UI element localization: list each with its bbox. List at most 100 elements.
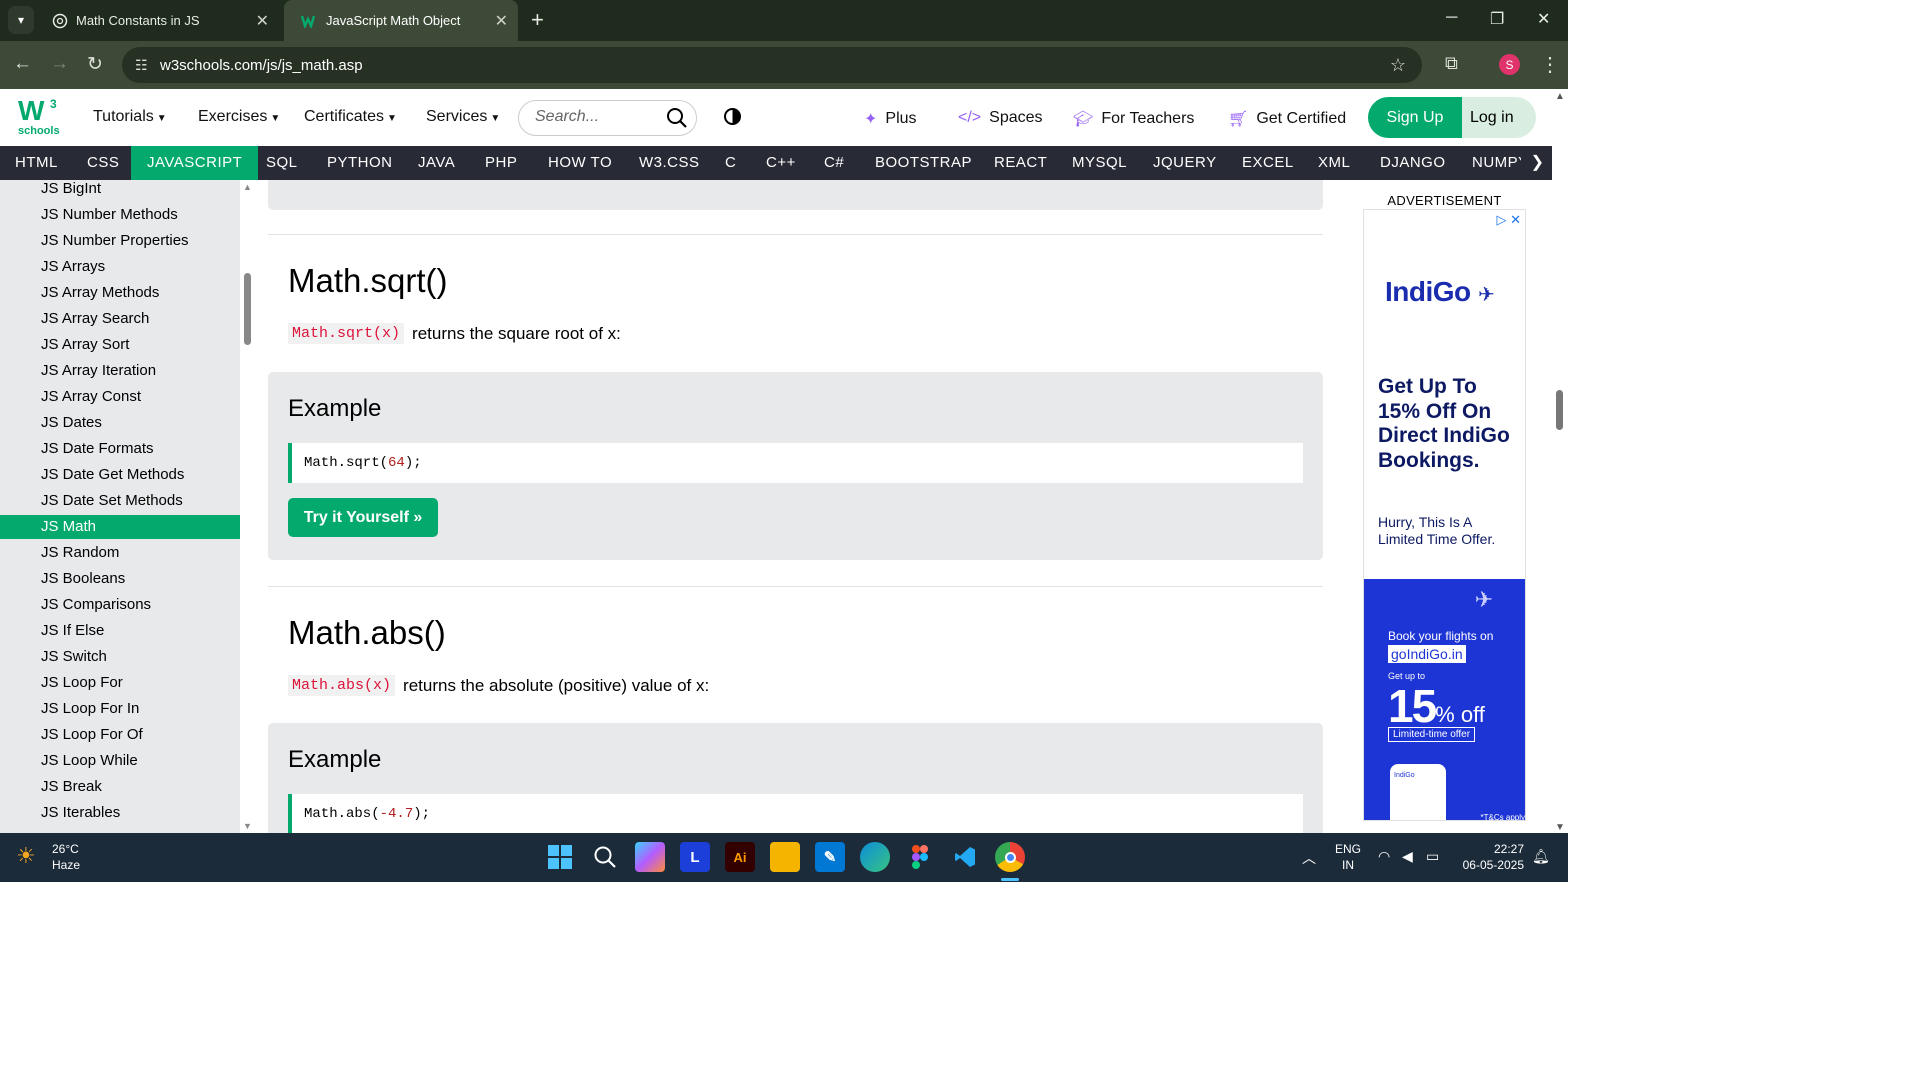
app-draw-icon[interactable]: ✎	[815, 842, 845, 872]
topnav-csharp[interactable]: C#	[824, 146, 844, 180]
reload-icon[interactable]: ↻	[87, 53, 103, 76]
ad-choices-close-icon[interactable]: ▷ ✕	[1496, 212, 1521, 228]
topnav-html[interactable]: HTML	[15, 146, 58, 180]
close-window-icon[interactable]: ✕	[1537, 9, 1550, 29]
topnav-cpp[interactable]: C++	[766, 146, 796, 180]
sidebar-item-random[interactable]: JS Random	[0, 541, 240, 565]
sidebar-item-array-methods[interactable]: JS Array Methods	[0, 281, 240, 305]
scroll-down-arrow-icon[interactable]: ▼	[243, 821, 252, 831]
tab-search-chevron-icon[interactable]: ▾	[8, 6, 34, 34]
sidebar-item-iterables[interactable]: JS Iterables	[0, 801, 240, 825]
ad-offer-panel[interactable]: ✈︎ Book your flights on goIndiGo.in Get …	[1364, 579, 1525, 820]
scroll-up-arrow-icon[interactable]: ▲	[243, 182, 252, 192]
page-scrollbar[interactable]: ▲ ▼	[1552, 89, 1568, 833]
log-in-button[interactable]: Log in	[1462, 97, 1536, 138]
address-bar[interactable]: ☷ w3schools.com/js/js_math.asp ☆	[122, 47, 1422, 83]
topnav-excel[interactable]: EXCEL	[1242, 146, 1294, 180]
dark-mode-toggle-icon[interactable]	[724, 108, 741, 125]
sidebar-item-arrays[interactable]: JS Arrays	[0, 255, 240, 279]
clock[interactable]: 22:27 06-05-2025	[1458, 841, 1524, 873]
illustrator-icon[interactable]: Ai	[725, 842, 755, 872]
sidebar-item-array-const[interactable]: JS Array Const	[0, 385, 240, 409]
sidebar-item-loop-while[interactable]: JS Loop While	[0, 749, 240, 773]
sidebar-item-booleans[interactable]: JS Booleans	[0, 567, 240, 591]
sidebar-item-if-else[interactable]: JS If Else	[0, 619, 240, 643]
search-input[interactable]	[535, 108, 655, 126]
scroll-down-arrow-icon[interactable]: ▼	[1555, 822, 1565, 833]
sidebar-item-dates[interactable]: JS Dates	[0, 411, 240, 435]
sidebar-item-loop-for-in[interactable]: JS Loop For In	[0, 697, 240, 721]
weather-widget[interactable]: ☀︎ 26°C Haze	[16, 841, 80, 873]
close-tab-icon[interactable]: ✕	[495, 11, 508, 31]
sidebar-item-loop-for[interactable]: JS Loop For	[0, 671, 240, 695]
search-icon[interactable]	[666, 107, 688, 129]
topnav-jquery[interactable]: JQUERY	[1153, 146, 1217, 180]
vscode-icon[interactable]	[950, 842, 980, 872]
topnav-c[interactable]: C	[725, 146, 736, 180]
for-teachers-link[interactable]: 🎓︎ For Teachers	[1073, 109, 1194, 129]
topnav-sql[interactable]: SQL	[266, 146, 298, 180]
scrollbar-thumb[interactable]	[244, 273, 251, 345]
chrome-icon[interactable]	[995, 842, 1025, 872]
sidebar-item-switch[interactable]: JS Switch	[0, 645, 240, 669]
topnav-django[interactable]: DJANGO	[1380, 146, 1446, 180]
close-tab-icon[interactable]: ✕	[256, 11, 269, 31]
plus-link[interactable]: ✦ Plus	[864, 109, 917, 129]
topnav-php[interactable]: PHP	[485, 146, 517, 180]
sidebar-scrollbar[interactable]: ▲ ▼	[240, 180, 256, 833]
sidebar-item-number-methods[interactable]: JS Number Methods	[0, 203, 240, 227]
minimize-icon[interactable]: ─	[1446, 9, 1457, 27]
search-icon[interactable]	[590, 842, 620, 872]
volume-icon[interactable]: ◀︎	[1402, 848, 1413, 865]
topnav-bootstrap[interactable]: BOOTSTRAP	[875, 146, 972, 180]
site-info-icon[interactable]: ☷	[135, 57, 148, 74]
topnav-javascript[interactable]: JAVASCRIPT	[131, 146, 259, 180]
sidebar-item-array-search[interactable]: JS Array Search	[0, 307, 240, 331]
sidebar-item-array-sort[interactable]: JS Array Sort	[0, 333, 240, 357]
sidebar-item-break[interactable]: JS Break	[0, 775, 240, 799]
edge-icon[interactable]	[860, 842, 890, 872]
browser-tab-active[interactable]: JavaScript Math Object ✕	[284, 0, 518, 41]
get-certified-link[interactable]: 🛒︎ Get Certified	[1228, 109, 1346, 129]
wifi-icon[interactable]: ◠	[1378, 848, 1390, 865]
topnav-w3css[interactable]: W3.CSS	[639, 146, 700, 180]
language-indicator[interactable]: ENG IN	[1335, 841, 1361, 873]
scroll-up-arrow-icon[interactable]: ▲	[1555, 91, 1565, 102]
copilot-icon[interactable]	[635, 842, 665, 872]
sidebar-item-number-properties[interactable]: JS Number Properties	[0, 229, 240, 253]
forward-arrow-icon[interactable]: →	[50, 53, 69, 75]
new-tab-plus-icon[interactable]: +	[531, 7, 544, 33]
sidebar-item-date-set-methods[interactable]: JS Date Set Methods	[0, 489, 240, 513]
profile-avatar[interactable]: S	[1499, 54, 1520, 75]
browser-menu-icon[interactable]: ⋮	[1540, 52, 1560, 77]
topnav-react[interactable]: REACT	[994, 146, 1047, 180]
battery-icon[interactable]: ▭	[1426, 848, 1439, 865]
search-box[interactable]	[518, 100, 697, 136]
sidebar-item-loop-for-of[interactable]: JS Loop For Of	[0, 723, 240, 747]
sign-up-button[interactable]: Sign Up	[1368, 97, 1462, 138]
sidebar-item-math[interactable]: JS Math	[0, 515, 240, 539]
browser-tab[interactable]: Math Constants in JS ✕	[34, 0, 279, 41]
sidebar-item-array-iteration[interactable]: JS Array Iteration	[0, 359, 240, 383]
menu-tutorials[interactable]: Tutorials ▼	[93, 108, 167, 126]
bookmark-star-icon[interactable]: ☆	[1390, 55, 1406, 76]
extensions-puzzle-icon[interactable]: ⧉	[1445, 53, 1458, 74]
menu-exercises[interactable]: Exercises ▼	[198, 108, 280, 126]
app-l-icon[interactable]: L	[680, 842, 710, 872]
menu-certificates[interactable]: Certificates ▼	[304, 108, 397, 126]
sidebar-item-date-get-methods[interactable]: JS Date Get Methods	[0, 463, 240, 487]
advertisement[interactable]: ▷ ✕ IndiGo ✈︎ Get Up To 15% Off On Direc…	[1363, 209, 1526, 821]
sidebar-item-date-formats[interactable]: JS Date Formats	[0, 437, 240, 461]
scrollbar-thumb[interactable]	[1556, 390, 1563, 430]
chevron-right-icon[interactable]: ❯	[1520, 146, 1544, 180]
menu-services[interactable]: Services ▼	[426, 108, 500, 126]
sidebar-item-bigint[interactable]: JS BigInt	[0, 180, 240, 201]
topnav-howto[interactable]: HOW TO	[548, 146, 612, 180]
topnav-mysql[interactable]: MYSQL	[1072, 146, 1127, 180]
sidebar-item-comparisons[interactable]: JS Comparisons	[0, 593, 240, 617]
w3schools-logo[interactable]: W 3 schools	[16, 95, 64, 139]
windows-start-icon[interactable]	[545, 842, 575, 872]
spaces-link[interactable]: </> Spaces	[958, 109, 1043, 127]
notification-bell-icon[interactable]: 🔔︎	[1532, 848, 1550, 865]
topnav-java[interactable]: JAVA	[418, 146, 455, 180]
